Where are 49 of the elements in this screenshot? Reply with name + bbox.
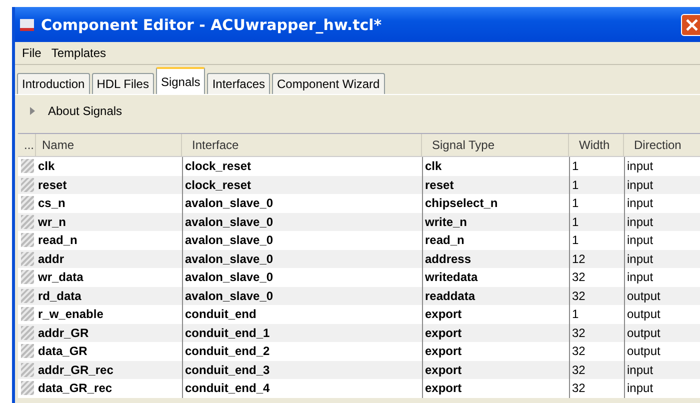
expander-icon[interactable] [28,107,36,115]
close-icon [685,18,699,32]
row-drag-handle[interactable] [21,233,34,247]
table-cell-text: wr_data [37,269,84,286]
column-header[interactable]: Width [569,134,624,156]
tab[interactable]: Component Wizard [272,73,385,94]
table-cell: 32 [569,379,624,398]
column-header[interactable]: Name [36,134,182,156]
close-button[interactable] [681,14,700,36]
window-title: Component Editor - ACUwrapper_hw.tcl* [41,16,383,34]
table-cell-text: data_GR [37,343,88,360]
table-cell-text: data_GR_rec [37,380,114,398]
row-drag-handle[interactable] [21,344,34,358]
tab[interactable]: HDL Files [92,73,154,94]
row-drag-handle[interactable] [21,178,34,192]
row-drag-handle[interactable] [21,326,34,340]
app-icon [19,18,35,32]
table-cell-text: addr [37,250,66,268]
row-drag-handle[interactable] [21,214,34,228]
row-drag-handle[interactable] [21,252,34,266]
row-drag-handle[interactable] [21,196,34,210]
column-header[interactable]: Interface [182,134,422,156]
table-cell-text: r_w_enable [37,306,104,324]
menu-item[interactable]: Templates [48,46,110,60]
table-cell-text: rd_data [37,288,82,305]
row-drag-handle[interactable] [21,381,34,395]
table-cell-text: reset [37,176,68,194]
row-drag-handle[interactable] [21,288,34,302]
table-cell-text: clk [37,158,56,176]
tab[interactable]: Interfaces [207,73,270,94]
table-cell-text: cs_n [37,195,66,212]
column-header[interactable]: Direction [624,134,700,156]
tab[interactable]: Signals [156,67,206,94]
table-cell-text: wr_n [37,214,68,231]
menu-item[interactable]: File [19,46,44,60]
column-header[interactable]: Signal Type [422,134,569,156]
row-drag-handle[interactable] [21,159,34,173]
column-header[interactable]: ... [18,134,36,156]
row-drag-handle[interactable] [21,307,34,321]
table-cell-text: read_n [37,232,78,250]
row-drag-handle[interactable] [21,362,34,376]
section-header[interactable]: About Signals [48,104,122,118]
table-cell: export [422,379,569,398]
table-cell: input [624,379,700,398]
table-cell-text: addr_GR_rec [37,362,114,379]
table-cell: conduit_end_4 [182,379,422,398]
tab[interactable]: Introduction [17,73,90,94]
table-cell-text: addr_GR [37,324,90,342]
row-drag-handle[interactable] [21,270,34,284]
